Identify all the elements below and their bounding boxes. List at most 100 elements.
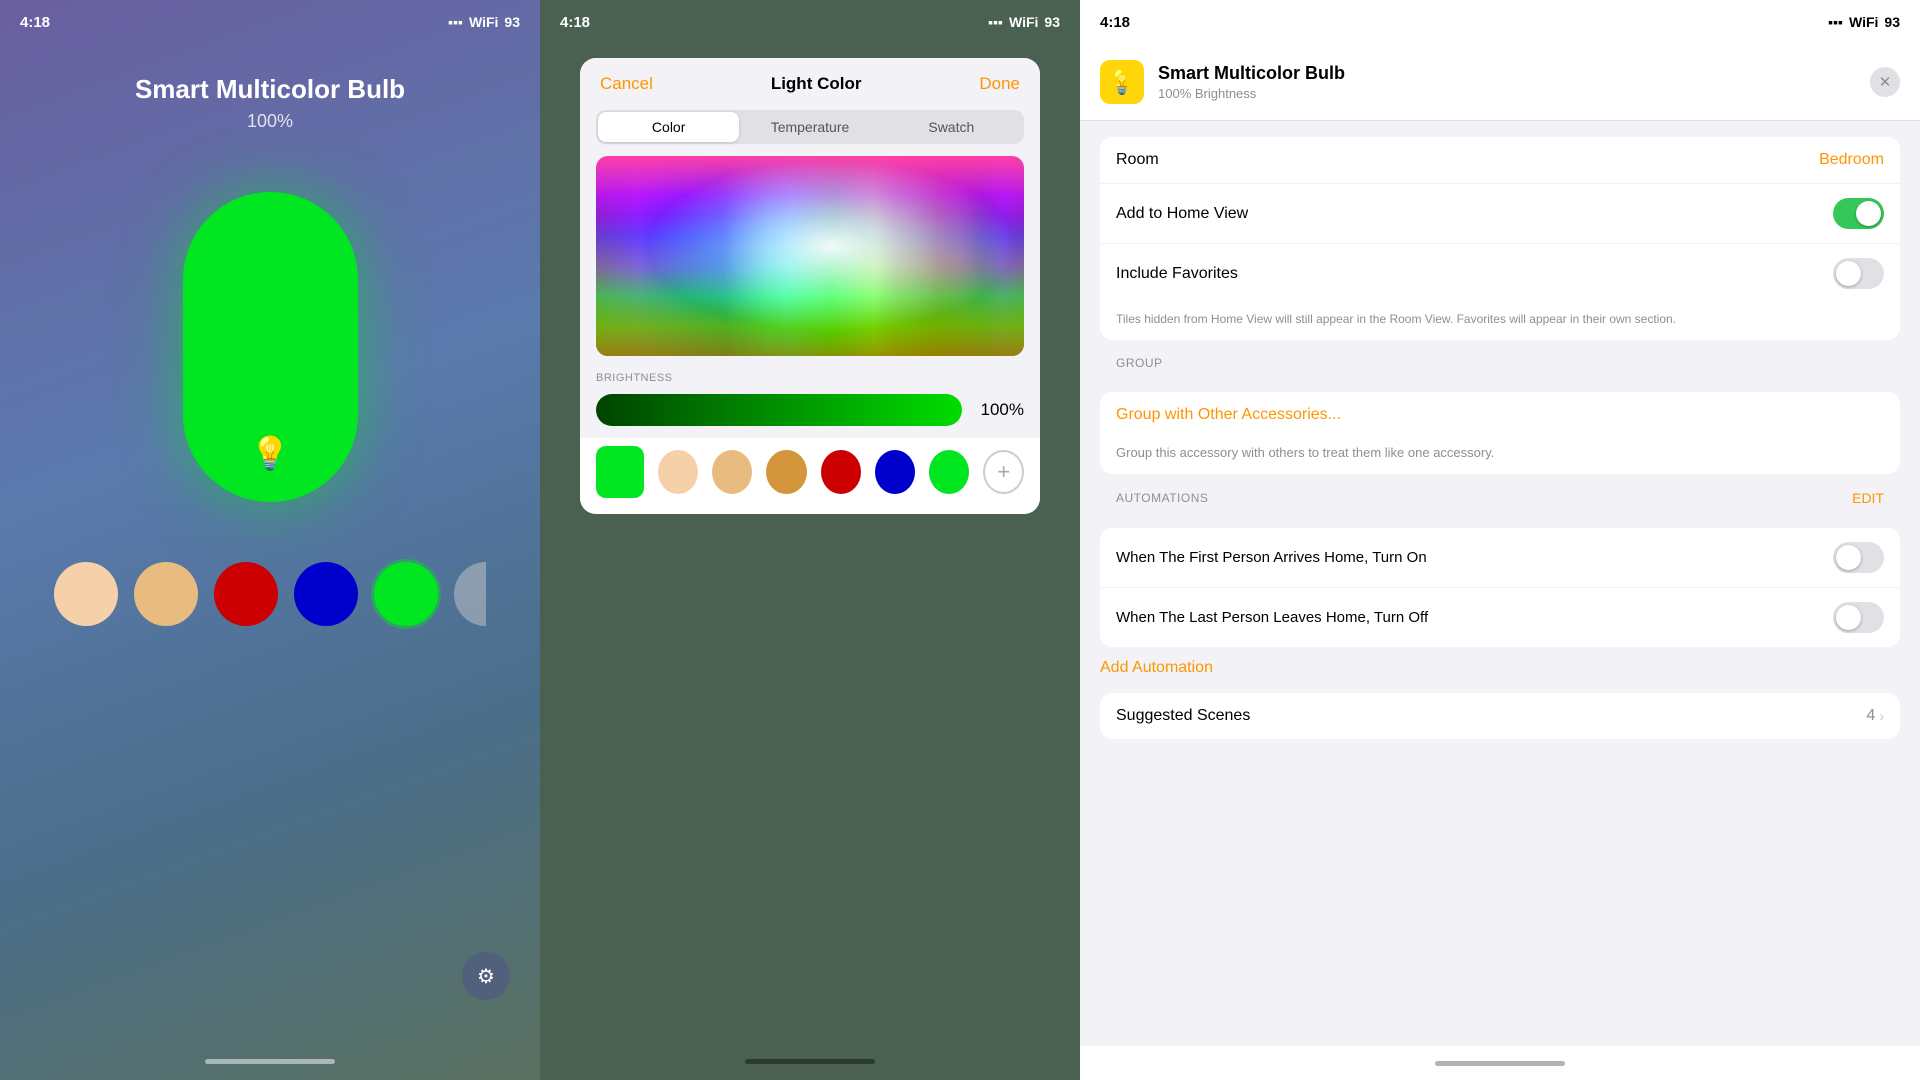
add-to-home-row: Add to Home View	[1100, 184, 1900, 244]
panel3-header: 💡 Smart Multicolor Bulb 100% Brightness …	[1080, 44, 1920, 121]
swatch-blue[interactable]	[294, 562, 358, 626]
panel3-home-indicator-bar	[1080, 1046, 1920, 1080]
panel3-status-icons: ▪▪▪ WiFi 93	[1828, 14, 1900, 30]
modal-header: Cancel Light Color Done	[580, 58, 1040, 110]
add-automation-container: Add Automation	[1080, 647, 1920, 677]
signal-icon: ▪▪▪	[448, 14, 463, 30]
tab-color[interactable]: Color	[598, 112, 739, 142]
bulb-visual[interactable]: 💡	[183, 192, 358, 502]
automation-2-label: When The Last Person Leaves Home, Turn O…	[1116, 608, 1833, 628]
brightness-section-label: BRIGHTNESS	[580, 372, 1040, 384]
group-section-header: GROUP	[1080, 340, 1920, 376]
p3-signal-icon: ▪▪▪	[1828, 14, 1843, 30]
device-brightness: 100%	[247, 111, 293, 132]
suggested-scenes-count: 4 ›	[1866, 707, 1884, 725]
room-row[interactable]: Room Bedroom	[1100, 137, 1900, 184]
settings-scroll-area[interactable]: Room Bedroom Add to Home View Include Fa…	[1080, 121, 1920, 1046]
light-color-modal: Cancel Light Color Done Color Temperatur…	[580, 58, 1040, 514]
include-favorites-label: Include Favorites	[1116, 265, 1238, 283]
cancel-button[interactable]: Cancel	[600, 74, 653, 94]
header-device-info: 💡 Smart Multicolor Bulb 100% Brightness	[1100, 60, 1345, 104]
suggested-scenes-card[interactable]: Suggested Scenes 4 ›	[1100, 693, 1900, 739]
tab-temperature[interactable]: Temperature	[739, 112, 880, 142]
panel2-status-bar: 4:18 ▪▪▪ WiFi 93	[540, 0, 1080, 44]
p3-wifi-icon: WiFi	[1849, 14, 1878, 30]
brightness-slider[interactable]	[596, 394, 962, 426]
panel2-home-indicator	[745, 1059, 875, 1064]
battery-icon: 93	[504, 14, 520, 30]
settings-gear-button[interactable]: ⚙	[462, 952, 510, 1000]
preset-warm-yellow[interactable]	[712, 450, 752, 494]
panel3-device-name: Smart Multicolor Bulb	[1158, 63, 1345, 84]
swatch-partial[interactable]	[454, 562, 486, 626]
panel1-status-icons: ▪▪▪ WiFi 93	[448, 14, 520, 30]
add-to-home-label: Add to Home View	[1116, 205, 1248, 223]
panel2-time: 4:18	[560, 14, 590, 31]
close-button[interactable]: ✕	[1870, 67, 1900, 97]
suggested-scenes-label: Suggested Scenes	[1116, 707, 1250, 725]
settings-card-main: Room Bedroom Add to Home View Include Fa…	[1100, 137, 1900, 340]
automations-edit-button[interactable]: EDIT	[1852, 490, 1884, 506]
panel1-time: 4:18	[20, 14, 50, 31]
include-favorites-row: Include Favorites	[1100, 244, 1900, 303]
tab-swatch[interactable]: Swatch	[881, 112, 1022, 142]
swatch-warm-yellow[interactable]	[134, 562, 198, 626]
automations-header: AUTOMATIONS EDIT	[1080, 474, 1920, 512]
group-description: Group this accessory with others to trea…	[1100, 438, 1900, 474]
automation-2-toggle[interactable]	[1833, 602, 1884, 633]
panel1-home-indicator	[205, 1059, 335, 1064]
automation-row-1: When The First Person Arrives Home, Turn…	[1100, 528, 1900, 588]
preset-green[interactable]	[929, 450, 969, 494]
room-value: Bedroom	[1819, 151, 1884, 169]
automation-row-2: When The Last Person Leaves Home, Turn O…	[1100, 588, 1900, 647]
panel2-status-icons: ▪▪▪ WiFi 93	[988, 14, 1060, 30]
p3-battery-icon: 93	[1884, 14, 1900, 30]
p2-wifi-icon: WiFi	[1009, 14, 1038, 30]
brightness-row: 100%	[580, 394, 1040, 438]
automations-card: When The First Person Arrives Home, Turn…	[1100, 528, 1900, 647]
device-name-block: Smart Multicolor Bulb 100% Brightness	[1158, 63, 1345, 101]
preset-green-current[interactable]	[596, 446, 644, 498]
preset-red[interactable]	[821, 450, 861, 494]
group-card: Group with Other Accessories... Group th…	[1100, 392, 1900, 474]
group-link[interactable]: Group with Other Accessories...	[1116, 406, 1341, 424]
preset-warm-white[interactable]	[658, 450, 698, 494]
automation-1-toggle[interactable]	[1833, 542, 1884, 573]
preset-golden[interactable]	[766, 450, 806, 494]
color-picker-wheel[interactable]	[596, 156, 1024, 356]
panel1-main-screen: 4:18 ▪▪▪ WiFi 93 Smart Multicolor Bulb 1…	[0, 0, 540, 1080]
automations-section-label: AUTOMATIONS	[1116, 491, 1208, 505]
settings-hint-text: Tiles hidden from Home View will still a…	[1100, 303, 1900, 340]
include-favorites-toggle[interactable]	[1833, 258, 1884, 289]
color-tab-bar: Color Temperature Swatch	[596, 110, 1024, 144]
p2-battery-icon: 93	[1044, 14, 1060, 30]
p2-signal-icon: ▪▪▪	[988, 14, 1003, 30]
panel2-color-picker: 4:18 ▪▪▪ WiFi 93 Cancel Light Color Done…	[540, 0, 1080, 1080]
swatch-red[interactable]	[214, 562, 278, 626]
swatch-presets-row: +	[580, 438, 1040, 514]
panel1-status-bar: 4:18 ▪▪▪ WiFi 93	[0, 0, 540, 44]
suggested-scenes-row[interactable]: Suggested Scenes 4 ›	[1100, 693, 1900, 739]
panel3-device-subtitle: 100% Brightness	[1158, 86, 1345, 101]
automation-1-label: When The First Person Arrives Home, Turn…	[1116, 548, 1833, 568]
bulb-icon-glyph: 💡	[1107, 68, 1137, 97]
done-button[interactable]: Done	[979, 74, 1020, 94]
device-title: Smart Multicolor Bulb	[135, 74, 405, 105]
panel3-home-bar	[1435, 1061, 1565, 1066]
room-label: Room	[1116, 151, 1159, 169]
color-swatches-row	[54, 562, 486, 626]
wifi-icon: WiFi	[469, 14, 498, 30]
device-icon-yellow: 💡	[1100, 60, 1144, 104]
preset-add-button[interactable]: +	[983, 450, 1024, 494]
swatch-warm-white[interactable]	[54, 562, 118, 626]
modal-title: Light Color	[771, 74, 862, 94]
group-link-row[interactable]: Group with Other Accessories...	[1100, 392, 1900, 438]
panel3-time: 4:18	[1100, 14, 1130, 31]
color-gradient-overlay	[596, 156, 1024, 356]
swatch-green-selected[interactable]	[374, 562, 438, 626]
preset-blue[interactable]	[875, 450, 915, 494]
add-to-home-toggle[interactable]	[1833, 198, 1884, 229]
brightness-value: 100%	[974, 400, 1024, 420]
panel3-status-bar: 4:18 ▪▪▪ WiFi 93	[1080, 0, 1920, 44]
add-automation-button[interactable]: Add Automation	[1100, 659, 1213, 676]
